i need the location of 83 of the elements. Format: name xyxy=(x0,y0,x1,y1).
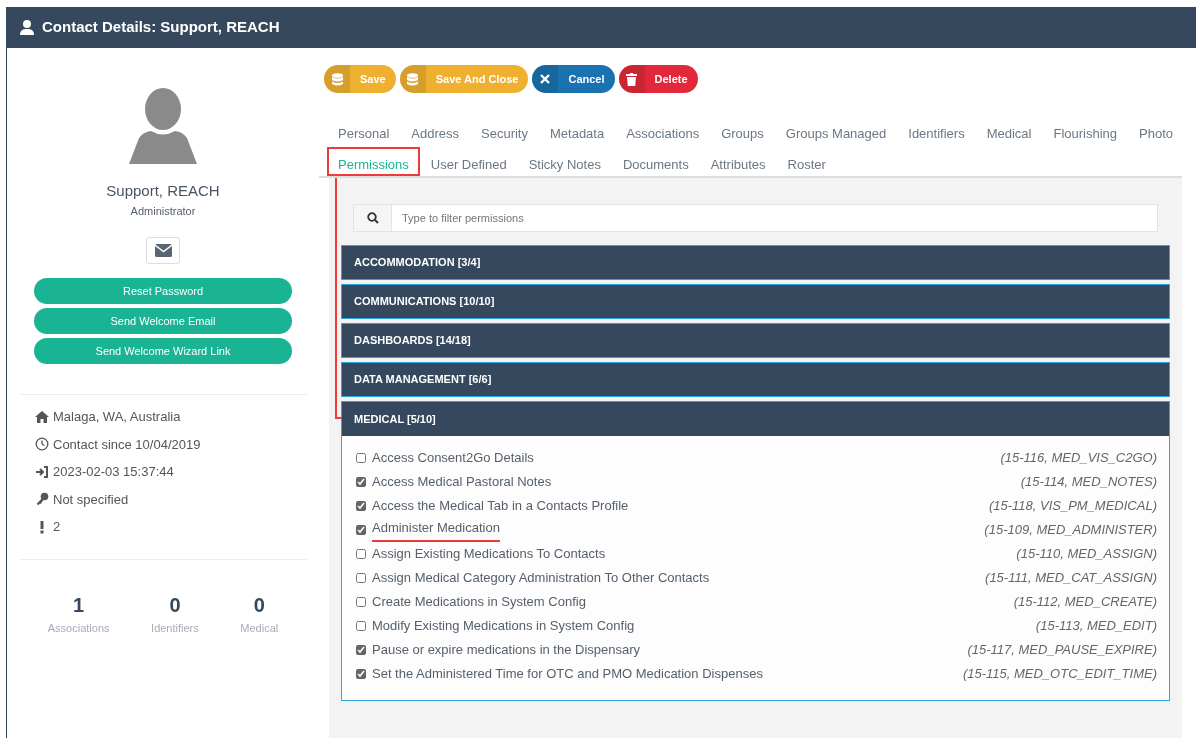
checkbox[interactable] xyxy=(356,525,366,535)
tab[interactable]: Address xyxy=(400,116,470,147)
tab[interactable]: Documents xyxy=(611,147,700,176)
stat-value: 1 xyxy=(73,592,85,618)
tab[interactable]: Groups xyxy=(710,116,775,147)
detail-text: Malaga, WA, Australia xyxy=(53,408,181,426)
checkbox[interactable] xyxy=(356,597,366,607)
tab[interactable]: Identifiers xyxy=(897,116,976,147)
checkbox[interactable] xyxy=(356,669,366,679)
permission-label: Create Medications in System Config xyxy=(372,593,586,612)
permission-label: Administer Medication xyxy=(372,518,500,542)
permission-code: (15-113, MED_EDIT) xyxy=(1035,617,1157,636)
tab[interactable]: User Defined xyxy=(419,147,518,176)
group-header[interactable]: ACCOMMODATION [3/4] xyxy=(341,245,1170,280)
checkbox[interactable] xyxy=(356,621,366,631)
checkbox[interactable] xyxy=(356,501,366,511)
tab[interactable]: Permissions xyxy=(327,147,420,176)
permission-label: Modify Existing Medications in System Config xyxy=(372,617,635,636)
group-header[interactable]: COMMUNICATIONS [10/10] xyxy=(341,284,1170,319)
tab[interactable]: Sticky Notes xyxy=(517,147,612,176)
action-button[interactable]: Reset Password xyxy=(34,278,292,304)
permission-code: (15-114, MED_NOTES) xyxy=(1020,473,1157,492)
permission-code: (15-112, MED_CREATE) xyxy=(1013,593,1157,612)
stat-label: Identifiers xyxy=(151,620,199,636)
sign-in-icon xyxy=(35,464,49,479)
detail-text: Not specified xyxy=(53,490,129,509)
permission-label: Assign Existing Medications To Contacts xyxy=(372,545,606,564)
envelope-icon xyxy=(154,244,172,257)
detail-text: 2 xyxy=(53,518,61,536)
action-button[interactable]: Send Welcome Email xyxy=(34,308,292,334)
group-header[interactable]: DASHBOARDS [14/18] xyxy=(341,323,1170,358)
checkbox[interactable] xyxy=(356,573,366,583)
checkbox[interactable] xyxy=(356,645,366,655)
tab[interactable]: Medical xyxy=(975,116,1043,147)
tab[interactable]: Roster xyxy=(776,147,837,176)
permission-code: (15-115, MED_OTC_EDIT_TIME) xyxy=(962,665,1157,684)
stat-label: Associations xyxy=(47,620,110,636)
permission-code: (15-118, VIS_PM_MEDICAL) xyxy=(988,497,1157,516)
permission-label: Pause or expire medications in the Dispensary xyxy=(372,641,641,660)
tab[interactable]: Groups Managed xyxy=(774,116,898,147)
tab[interactable]: Metadata xyxy=(539,116,616,147)
permission-code: (15-110, MED_ASSIGN) xyxy=(1016,545,1157,564)
home-icon xyxy=(35,409,49,424)
clock-icon xyxy=(35,437,49,452)
stat-value: 0 xyxy=(169,592,181,618)
tab[interactable]: Security xyxy=(470,116,539,147)
permission-code: (15-117, MED_PAUSE_EXPIRE) xyxy=(967,641,1157,660)
search-icon xyxy=(366,212,379,224)
contact-name: Support, REACH xyxy=(106,181,220,201)
permission-code: (15-109, MED_ADMINISTER) xyxy=(984,521,1157,540)
group-header[interactable]: DATA MANAGEMENT [6/6] xyxy=(341,362,1170,397)
user-icon xyxy=(20,20,34,35)
tab[interactable]: Photo xyxy=(1128,116,1184,147)
group-header[interactable]: MEDICAL [5/10] xyxy=(342,402,1169,436)
close-icon xyxy=(540,74,551,84)
key-icon xyxy=(35,492,49,507)
delete-button[interactable]: Delete xyxy=(618,65,698,93)
detail-text: Contact since 10/04/2019 xyxy=(53,435,201,454)
tab[interactable]: Associations xyxy=(615,116,711,147)
action-button[interactable]: Send Welcome Wizard Link xyxy=(34,338,292,364)
checkbox[interactable] xyxy=(356,549,366,559)
permission-label: Assign Medical Category Administration To Other Contacts xyxy=(372,569,710,588)
database-icon xyxy=(331,72,343,86)
detail-text: 2023-02-03 15:37:44 xyxy=(53,463,174,481)
permission-label: Access Consent2Go Details xyxy=(372,449,534,468)
stat-label: Medical xyxy=(240,620,279,636)
permission-code: (15-116, MED_VIS_C2GO) xyxy=(1000,449,1157,468)
checkbox[interactable] xyxy=(356,477,366,487)
permission-label: Access Medical Pastoral Notes xyxy=(372,473,552,492)
cancel-button[interactable]: Cancel xyxy=(532,65,615,93)
permission-label: Set the Administered Time for OTC and PMO Medication Dispenses xyxy=(372,665,763,684)
permission-code: (15-111, MED_CAT_ASSIGN) xyxy=(985,569,1157,588)
stat-value: 0 xyxy=(253,592,265,618)
window-title: Contact Details: Support, REACH xyxy=(42,17,280,38)
database-icon xyxy=(407,72,419,86)
trash-icon xyxy=(626,72,637,86)
checkbox[interactable] xyxy=(356,453,366,463)
tab[interactable]: Attributes xyxy=(699,147,777,176)
permission-label: Access the Medical Tab in a Contacts Profile xyxy=(372,497,629,516)
tab[interactable]: Personal xyxy=(327,116,401,147)
tab[interactable]: Flourishing xyxy=(1042,116,1129,147)
contact-role: Administrator xyxy=(130,203,196,219)
email-button[interactable] xyxy=(146,237,180,264)
